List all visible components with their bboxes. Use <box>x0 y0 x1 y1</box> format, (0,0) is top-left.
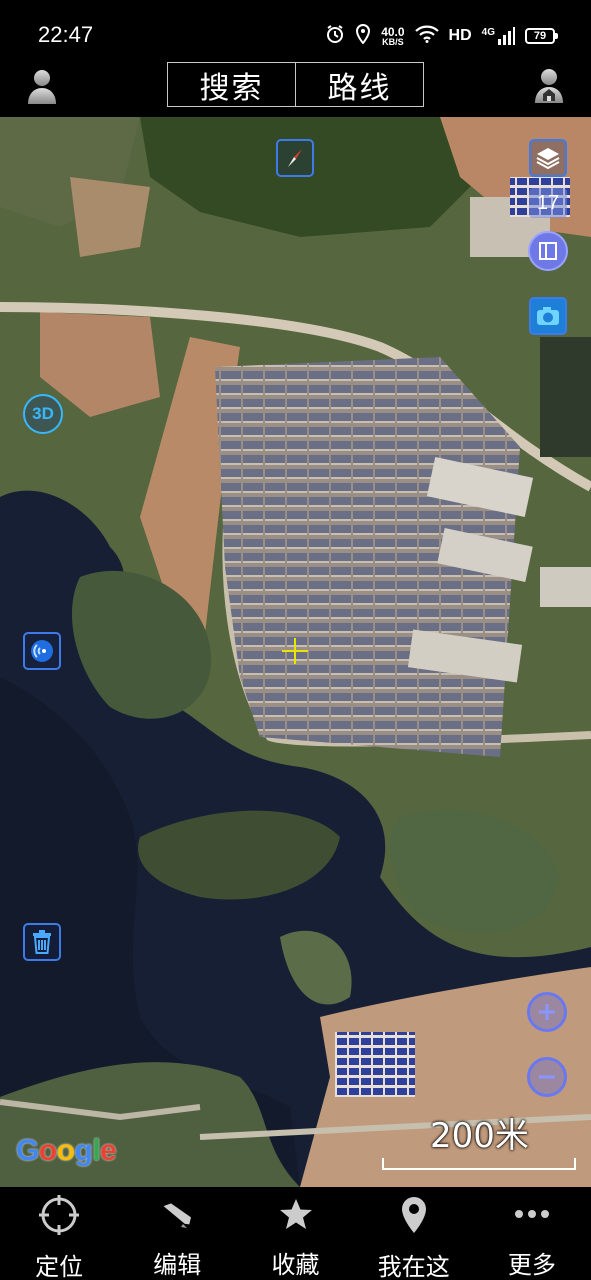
layers-icon[interactable] <box>529 139 567 177</box>
status-bar: 22:47 40.0 KB/S HD 4G 79 <box>0 0 591 62</box>
status-time: 22:47 <box>38 22 94 47</box>
location-pin-icon <box>392 1195 436 1235</box>
view-3d-button[interactable]: 3D <box>23 394 63 434</box>
search-route-toggle: 搜索 路线 <box>167 62 424 107</box>
scale-label: 200米 <box>430 1116 529 1156</box>
crosshair-icon <box>37 1195 81 1235</box>
battery-icon: 79 <box>525 28 558 44</box>
tab-route[interactable]: 路线 <box>295 63 423 106</box>
user-home-icon[interactable] <box>527 64 571 108</box>
hd-indicator: HD <box>448 27 472 44</box>
nav-label: 收藏 <box>271 1251 320 1279</box>
minus-icon <box>539 1075 555 1079</box>
more-dots-icon <box>510 1195 554 1233</box>
star-icon <box>274 1195 318 1233</box>
scale-bar <box>382 1158 576 1170</box>
nav-i-am-here[interactable]: 我在这 <box>355 1187 473 1280</box>
net-speed-unit: KB/S <box>382 36 404 47</box>
bottom-nav: 定位 编辑 收藏 我在这 更多 <box>0 1187 591 1280</box>
nav-label: 定位 <box>35 1253 84 1280</box>
wifi-icon <box>414 25 439 48</box>
zoom-out-button[interactable] <box>527 1057 567 1097</box>
satellite-imagery <box>0 117 591 1187</box>
user-icon[interactable] <box>20 64 64 108</box>
app-bar: 搜索 路线 <box>0 62 591 117</box>
net-speed: 40.0 KB/S <box>381 26 404 47</box>
network-type: 4G <box>481 27 495 38</box>
nav-label: 更多 <box>507 1251 556 1279</box>
status-icons: 40.0 KB/S HD 4G 79 <box>325 22 558 50</box>
nav-label: 我在这 <box>377 1253 450 1280</box>
nav-label: 编辑 <box>153 1251 202 1279</box>
zoom-in-button[interactable] <box>527 992 567 1032</box>
net-speed-value: 40.0 <box>381 24 405 39</box>
compass-icon[interactable] <box>276 139 314 177</box>
alarm-icon <box>325 24 345 49</box>
view-3d-label: 3D <box>32 404 54 423</box>
google-logo: Google <box>16 1134 117 1167</box>
signal-icon[interactable] <box>23 632 61 670</box>
plus-icon <box>539 1004 555 1020</box>
cellular-signal-icon: 4G <box>482 27 515 45</box>
nav-more[interactable]: 更多 <box>473 1187 591 1280</box>
map-mode-icon[interactable] <box>528 231 568 271</box>
map-view[interactable]: 17 3D 200米 Google <box>0 117 591 1187</box>
pencil-icon <box>155 1195 199 1233</box>
nav-favorites[interactable]: 收藏 <box>236 1187 354 1280</box>
camera-icon[interactable] <box>529 297 567 335</box>
tab-search[interactable]: 搜索 <box>168 63 295 106</box>
nav-locate[interactable]: 定位 <box>0 1187 118 1280</box>
location-icon <box>355 23 371 49</box>
trash-icon[interactable] <box>23 923 61 961</box>
nav-edit[interactable]: 编辑 <box>118 1187 236 1280</box>
zoom-level-indicator: 17 <box>529 188 567 218</box>
